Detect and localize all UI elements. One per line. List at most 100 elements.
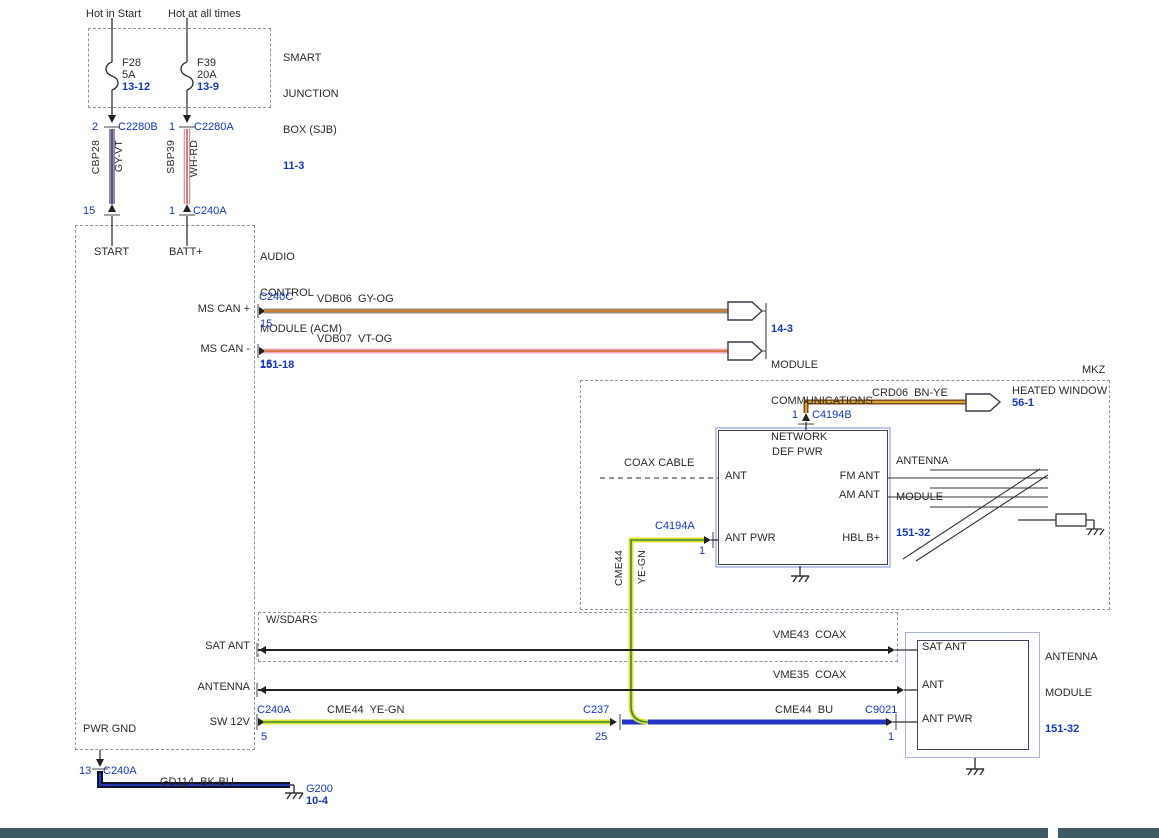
ant-bot-pin-ant: ANT	[922, 679, 944, 691]
acm-entry-stubs	[112, 216, 187, 246]
wire-vme35-coax	[257, 683, 917, 697]
wire-vme43-coax	[257, 643, 917, 657]
wire-label-cme44-bu: CME44 BU	[775, 704, 833, 716]
module-comm-network-ref: 14-3 MODULE COMMUNICATIONS NETWORK	[771, 299, 873, 467]
fuse-f39-rating: 20A	[197, 69, 217, 81]
connector-c4194b[interactable]: C4194B	[812, 409, 852, 421]
wire-color-wh-rd: WH-RD	[188, 140, 200, 177]
bottom-scrollbar-segment-right[interactable]	[1058, 828, 1159, 838]
label-hot-in-start: Hot in Start	[86, 8, 141, 20]
acm-pin-sw12v: SW 12V	[170, 716, 250, 728]
ground-antenna-module-bottom-icon	[966, 758, 984, 775]
pin-number: 1	[169, 121, 175, 133]
mcn-line: MODULE	[771, 359, 873, 371]
heated-window-label: HEATED WINDOW	[1012, 385, 1107, 397]
wire-label-vdb06: VDB06 GY-OG	[317, 293, 394, 305]
fuse-f39-id: F39	[197, 57, 216, 69]
acm-pin-antenna: ANTENNA	[170, 681, 250, 693]
sjb-page-ref[interactable]: 11-3	[283, 160, 339, 172]
acm-title: AUDIO CONTROL MODULE (ACM) 151-18	[260, 227, 342, 395]
wire-label-cme44-sw: CME44 YE-GN	[327, 704, 404, 716]
wire-circuit-sbp39: SBP39	[165, 140, 177, 174]
pin-number: 2	[92, 121, 98, 133]
wire-label-vme35: VME35 COAX	[773, 669, 846, 681]
ant-top-title-line: MODULE	[896, 491, 949, 503]
acm-pin-batt: BATT+	[169, 246, 203, 258]
wire-circuit-cbp28: CBP28	[90, 140, 102, 174]
wire-sw12v-run	[257, 714, 917, 730]
ant-bot-pin-ant-pwr: ANT PWR	[922, 713, 973, 725]
ant-top-title-line: ANTENNA	[896, 455, 949, 467]
bottom-scrollbar-segment-left[interactable]	[0, 828, 1048, 838]
wire-label-vme43: VME43 COAX	[773, 629, 846, 641]
mcn-line: NETWORK	[771, 431, 873, 443]
fuse-f28-page-ref[interactable]: 13-12	[122, 81, 150, 93]
ant-top-pin-hbl: HBL B+	[820, 532, 880, 544]
pin-number: 1	[792, 409, 798, 421]
ant-top-pin-fm-ant: FM ANT	[820, 470, 880, 482]
acm-pin-start: START	[94, 246, 129, 258]
ant-top-page-ref[interactable]: 151-32	[896, 527, 949, 539]
ant-top-pin-ant-pwr: ANT PWR	[725, 532, 776, 544]
fuse-f28-rating: 5A	[122, 69, 135, 81]
sjb-title-line: BOX (SJB)	[283, 124, 339, 136]
pin-number: 1	[699, 545, 705, 557]
acm-pin-ms-can-minus: MS CAN -	[170, 343, 250, 355]
acm-pin-pwr-gnd: PWR GND	[83, 723, 136, 735]
connector-c240a-sw[interactable]: C240A	[257, 704, 291, 716]
pin-number: 1	[169, 205, 175, 217]
mcn-line: COMMUNICATIONS	[771, 395, 873, 407]
pin-number: 1	[888, 731, 894, 743]
sjb-title: SMART JUNCTION BOX (SJB) 11-3	[283, 28, 339, 196]
wire-color-ye-gn: YE-GN	[636, 550, 648, 584]
ground-g200-label: G200	[306, 783, 333, 795]
antenna-module-bottom-title: ANTENNA MODULE 151-32	[1045, 627, 1098, 759]
fuse-f39-page-ref[interactable]: 13-9	[197, 81, 219, 93]
wire-label-crd06: CRD06 BN-YE	[872, 387, 948, 399]
ant-bot-title-line: MODULE	[1045, 687, 1098, 699]
antenna-resistor-icon	[1018, 514, 1104, 535]
pin-number: 25	[595, 731, 607, 743]
wiring-diagram-canvas: Hot in Start Hot at all times F28 5A 13-…	[0, 0, 1159, 838]
connector-c240c[interactable]: C240C	[259, 291, 293, 303]
fuse-f28-symbol	[106, 62, 118, 90]
connector-c237[interactable]: C237	[583, 704, 609, 716]
ant-bot-title-line: ANTENNA	[1045, 651, 1098, 663]
wire-label-vdb07: VDB07 VT-OG	[317, 333, 392, 345]
ant-bot-page-ref[interactable]: 151-32	[1045, 723, 1098, 735]
antenna-module-top-title: ANTENNA MODULE 151-32	[896, 431, 949, 563]
fuse-f39-symbol	[181, 62, 193, 90]
offpage-arrow-icon	[728, 342, 762, 360]
mkz-option-label: MKZ	[1082, 364, 1105, 376]
ant-top-pin-def-pwr: DEF PWR	[772, 446, 823, 458]
ground-page-ref[interactable]: 10-4	[306, 795, 328, 807]
pin-number: 15	[83, 205, 95, 217]
sdars-option-label: W/SDARS	[266, 614, 317, 626]
acm-pin-ms-can-plus: MS CAN +	[170, 303, 250, 315]
pin-number: 16	[260, 358, 272, 370]
connector-c2280a[interactable]: C2280A	[194, 121, 234, 133]
offpage-arrow-icon	[966, 394, 1000, 411]
ant-top-pin-am-ant: AM ANT	[820, 489, 880, 501]
ant-bot-pin-sat-ant: SAT ANT	[922, 641, 967, 653]
wire-color-gy-vt: GY-VT	[113, 140, 125, 172]
connector-c9021[interactable]: C9021	[865, 704, 897, 716]
heated-window-page-ref[interactable]: 56-1	[1012, 397, 1034, 409]
offpage-arrow-icon	[728, 302, 762, 320]
coax-cable-label: COAX CABLE	[624, 457, 694, 469]
acm-pin-sat-ant: SAT ANT	[170, 640, 250, 652]
sjb-title-line: SMART	[283, 52, 339, 64]
connector-c2280b[interactable]: C2280B	[118, 121, 158, 133]
connector-c4194a[interactable]: C4194A	[655, 520, 695, 532]
connector-c240a-gnd[interactable]: C240A	[103, 765, 137, 777]
ant-top-pin-ant: ANT	[725, 470, 747, 482]
pin-number: 15	[260, 318, 272, 330]
wire-label-gd114: GD114 BK-BU	[160, 776, 234, 788]
connector-c240a[interactable]: C240A	[193, 205, 227, 217]
pin-number: 13	[79, 765, 91, 777]
network-brace-line	[762, 303, 766, 359]
sjb-title-line: JUNCTION	[283, 88, 339, 100]
fuse-f28-id: F28	[122, 57, 141, 69]
acm-page-ref[interactable]: 151-18	[260, 359, 342, 371]
mcn-page-ref[interactable]: 14-3	[771, 323, 873, 335]
